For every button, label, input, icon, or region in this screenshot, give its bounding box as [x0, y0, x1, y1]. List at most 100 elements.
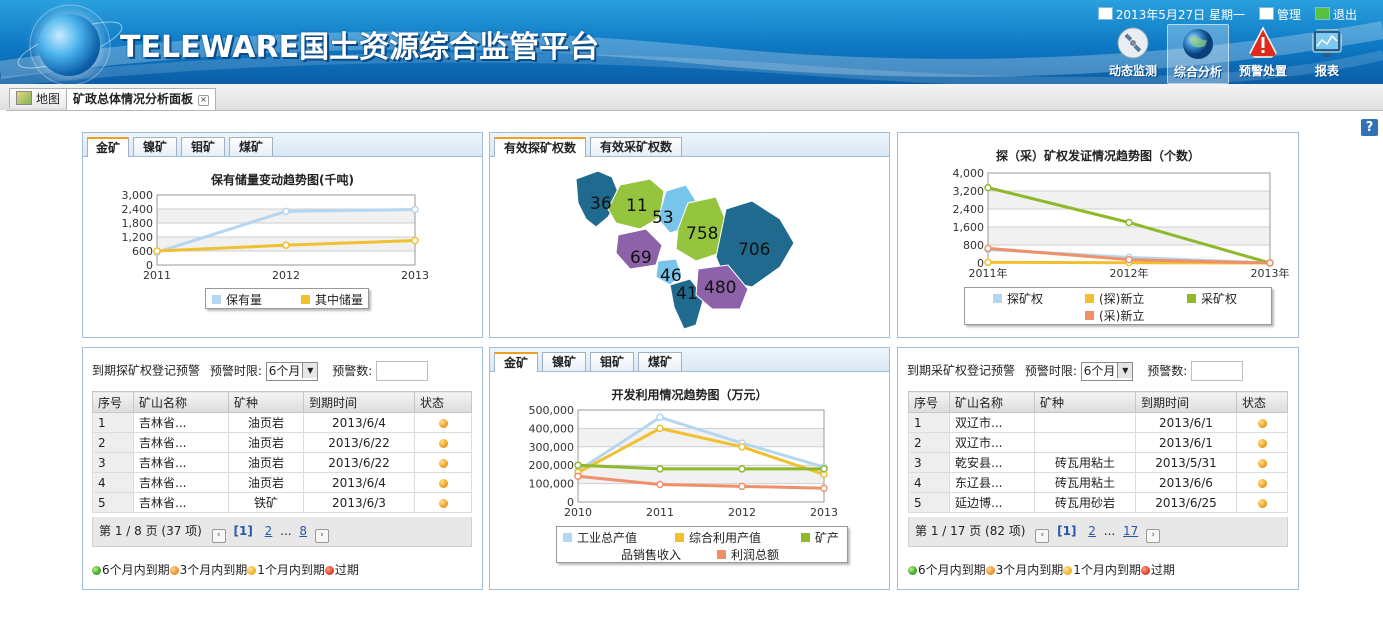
page-current[interactable]: [1] — [1057, 524, 1076, 538]
table-row[interactable]: 4 吉林省... 油页岩 2013/6/4 — [92, 472, 472, 493]
data-point[interactable] — [656, 480, 664, 489]
legend-item[interactable]: 探矿权 — [993, 290, 1043, 307]
nav-warning-handling[interactable]: 预警处置 — [1233, 24, 1293, 82]
mineral-type: 油页岩 — [228, 432, 304, 453]
tab-gold[interactable]: 金矿 — [494, 352, 538, 372]
col-header[interactable]: 序号 — [92, 391, 134, 413]
page-link[interactable]: 2 — [1088, 524, 1096, 538]
data-point[interactable] — [984, 183, 992, 192]
page-current[interactable]: [1] — [234, 524, 253, 538]
next-page-button[interactable]: › — [1146, 529, 1161, 543]
admin-link[interactable]: 管理 — [1258, 6, 1301, 23]
close-icon[interactable]: × — [198, 95, 210, 106]
data-point[interactable] — [411, 205, 419, 214]
tab-molybdenum[interactable]: 钼矿 — [181, 137, 225, 156]
data-point[interactable] — [574, 461, 582, 469]
data-point[interactable] — [1266, 259, 1274, 267]
computer-icon — [1258, 7, 1274, 20]
row-index: 4 — [92, 472, 134, 493]
legend-item[interactable]: 综合利用产值 — [675, 529, 761, 546]
data-point[interactable] — [984, 244, 992, 253]
tab-molybdenum[interactable]: 钼矿 — [590, 352, 634, 371]
data-point[interactable] — [1125, 255, 1133, 264]
data-point[interactable] — [738, 443, 746, 451]
tab-mining-rights[interactable]: 有效采矿权数 — [590, 137, 682, 156]
tab-coal[interactable]: 煤矿 — [638, 352, 682, 371]
data-point[interactable] — [738, 482, 746, 491]
legend-item[interactable]: (探)新立 — [1085, 290, 1144, 307]
tab-exploration-rights[interactable]: 有效探矿权数 — [494, 137, 586, 157]
legend-label: 工业总产值 — [577, 531, 638, 545]
logout-label: 退出 — [1332, 8, 1357, 22]
data-point[interactable] — [738, 465, 746, 473]
left-splitter[interactable] — [0, 110, 6, 633]
data-point[interactable] — [656, 424, 664, 433]
table-row[interactable]: 1 双辽市... 2013/6/1 — [908, 412, 1288, 433]
nav-reports[interactable]: 报表 — [1297, 24, 1357, 82]
tab-nickel[interactable]: 镍矿 — [542, 352, 586, 371]
col-header[interactable]: 矿种 — [1034, 391, 1136, 413]
legend-label: (探)新立 — [1099, 292, 1145, 306]
status-legend-label: 3个月内到期 — [179, 563, 248, 577]
data-point[interactable] — [656, 413, 664, 422]
legend-item[interactable]: (采)新立 — [1085, 307, 1144, 324]
table-row[interactable]: 5 吉林省... 铁矿 2013/6/3 — [92, 492, 472, 513]
page-link[interactable]: 2 — [265, 524, 273, 538]
prev-page-button[interactable]: ‹ — [1035, 529, 1050, 543]
col-header[interactable]: 到期时间 — [303, 391, 415, 413]
nav-dynamic-monitoring[interactable]: 动态监测 — [1103, 24, 1163, 82]
page-link[interactable]: 17 — [1123, 524, 1138, 538]
limit-select[interactable]: 6个月 ▼ — [1080, 361, 1134, 381]
table-row[interactable]: 3 乾安县... 砖瓦用粘土 2013/5/31 — [908, 452, 1288, 473]
data-point[interactable] — [282, 241, 290, 249]
prev-page-button[interactable]: ‹ — [211, 529, 226, 543]
legend-item[interactable]: 矿产 — [801, 529, 839, 546]
data-point[interactable] — [574, 472, 582, 480]
status-legend-label: 6个月内到期 — [102, 563, 170, 577]
status-dot-icon — [1257, 458, 1267, 468]
data-point[interactable] — [1125, 218, 1133, 227]
data-point[interactable] — [820, 484, 828, 492]
table-row[interactable]: 2 吉林省... 油页岩 2013/6/22 — [92, 432, 472, 453]
status-cell — [1236, 492, 1288, 513]
next-page-button[interactable]: › — [314, 529, 329, 543]
col-header[interactable]: 序号 — [908, 391, 950, 413]
table-row[interactable]: 5 延边博... 砖瓦用砂岩 2013/6/25 — [908, 492, 1288, 513]
col-header[interactable]: 矿山名称 — [133, 391, 229, 413]
logout-link[interactable]: 退出 — [1314, 6, 1357, 23]
legend-item[interactable]: 采矿权 — [1187, 290, 1237, 307]
col-header[interactable]: 状态 — [1236, 391, 1288, 413]
legend-item[interactable]: 其中储量 — [301, 291, 363, 308]
legend-item[interactable]: 保有量 — [212, 291, 262, 308]
data-point[interactable] — [984, 258, 992, 267]
count-input[interactable] — [1191, 361, 1244, 381]
data-point[interactable] — [153, 247, 161, 255]
page-link[interactable]: 8 — [299, 524, 307, 538]
legend-item[interactable]: 工业总产值 — [563, 529, 637, 546]
tab-gold[interactable]: 金矿 — [87, 137, 129, 157]
table-row[interactable]: 3 吉林省... 油页岩 2013/6/22 — [92, 452, 472, 473]
tab-coal[interactable]: 煤矿 — [229, 137, 273, 156]
tab-map[interactable]: 地图 — [9, 88, 68, 108]
nav-comprehensive-analysis[interactable]: 综合分析 — [1167, 24, 1229, 84]
table-row[interactable]: 2 双辽市... 2013/6/1 — [908, 432, 1288, 453]
col-header[interactable]: 矿种 — [228, 391, 304, 413]
limit-select[interactable]: 6个月 ▼ — [265, 361, 319, 381]
col-header[interactable]: 矿山名称 — [949, 391, 1035, 413]
tab-dashboard[interactable]: 矿政总体情况分析面板 × — [66, 88, 217, 110]
data-point[interactable] — [656, 465, 664, 473]
help-button[interactable]: ? — [1361, 119, 1378, 136]
col-header[interactable]: 到期时间 — [1135, 391, 1237, 413]
legend-label: 利润总额 — [731, 548, 780, 562]
data-point[interactable] — [411, 236, 419, 245]
col-header[interactable]: 状态 — [414, 391, 472, 413]
count-input[interactable] — [376, 361, 429, 381]
legend-item[interactable]: 利润总额 — [717, 546, 779, 563]
table-row[interactable]: 1 吉林省... 油页岩 2013/6/4 — [92, 412, 472, 433]
data-point[interactable] — [282, 207, 290, 216]
table-row[interactable]: 4 东辽县... 砖瓦用粘土 2013/6/6 — [908, 472, 1288, 493]
data-point[interactable] — [820, 465, 828, 473]
tab-nickel[interactable]: 镍矿 — [133, 137, 177, 156]
chart-title: 开发利用情况趋势图（万元） — [611, 388, 768, 402]
y-tick-label: 200,000 — [529, 459, 575, 472]
